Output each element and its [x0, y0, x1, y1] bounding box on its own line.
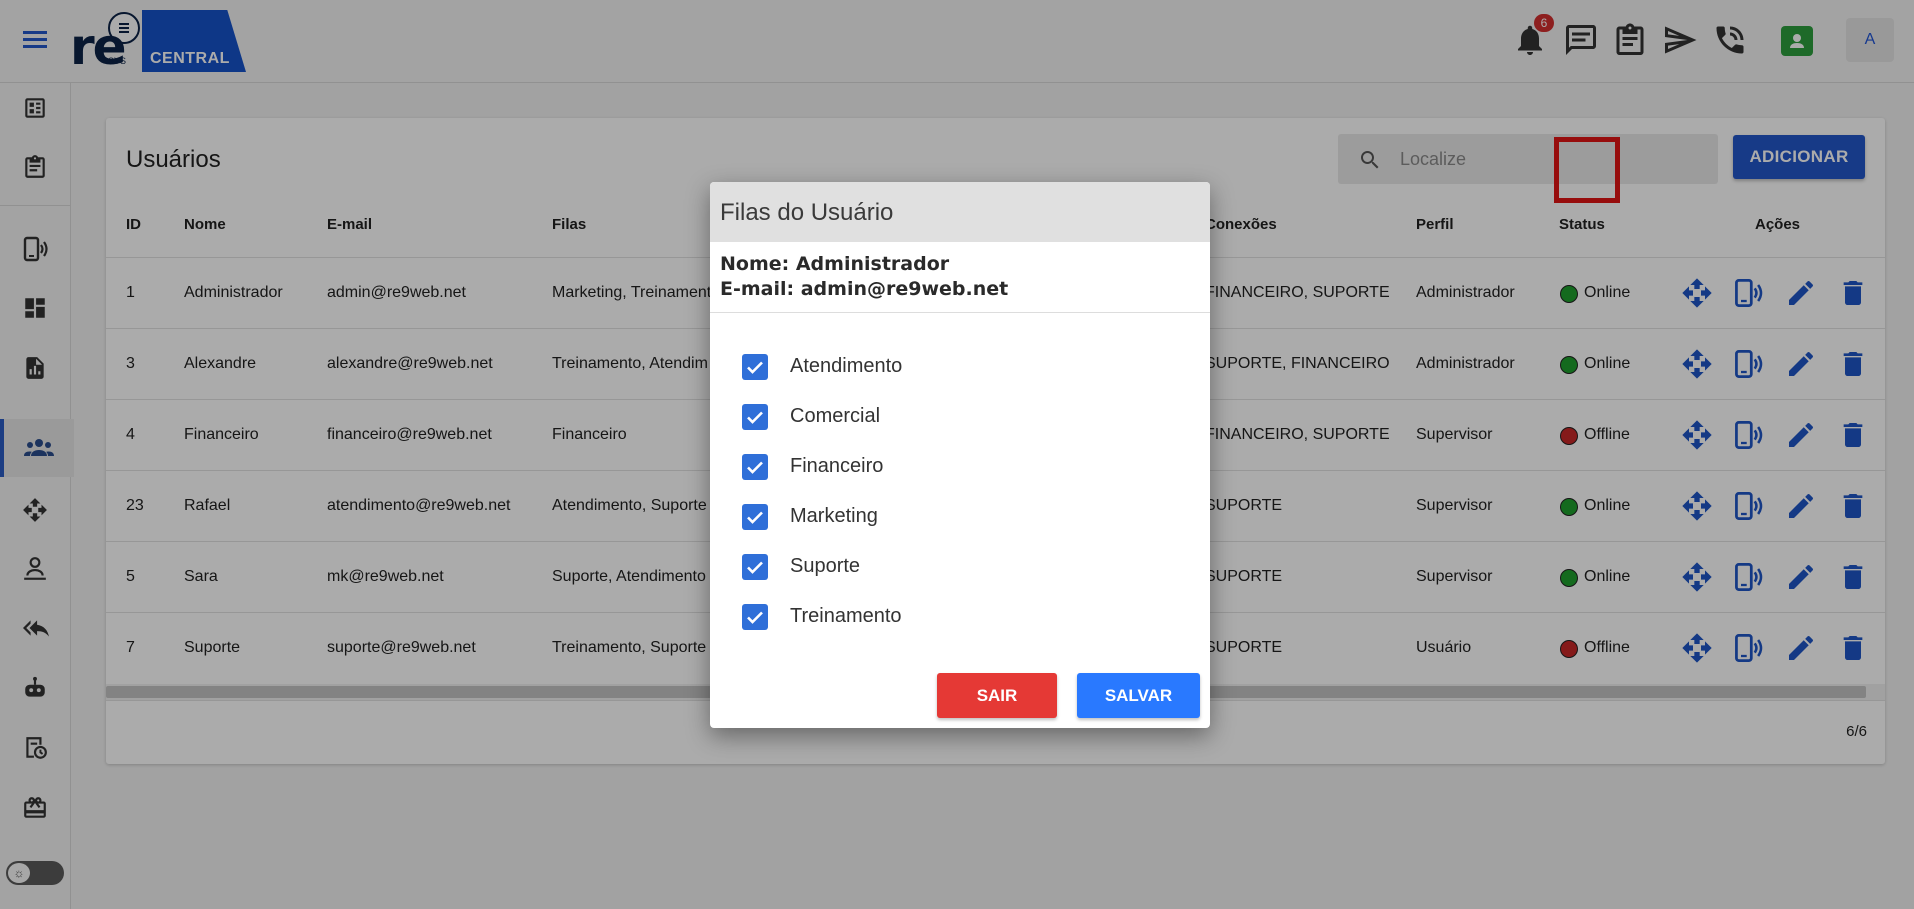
queue-option[interactable]: Comercial — [742, 402, 1162, 432]
dialog-divider — [710, 312, 1210, 313]
queue-option[interactable]: Treinamento — [742, 602, 1162, 632]
queue-option[interactable]: Atendimento — [742, 352, 1162, 382]
dialog-title: Filas do Usuário — [720, 199, 894, 226]
dialog-user-info: Nome: Administrador E-mail: admin@re9web… — [720, 252, 1008, 302]
checkbox-checked-icon[interactable] — [742, 354, 768, 380]
dialog-user-email: E-mail: admin@re9web.net — [720, 278, 1009, 300]
queue-option[interactable]: Suporte — [742, 552, 1162, 582]
dialog-user-name: Nome: Administrador — [720, 253, 950, 275]
dialog-header: Filas do Usuário — [710, 182, 1210, 242]
cancel-button[interactable]: SAIR — [937, 673, 1057, 718]
queue-option-label: Treinamento — [790, 605, 902, 627]
checkbox-checked-icon[interactable] — [742, 454, 768, 480]
checkbox-checked-icon[interactable] — [742, 504, 768, 530]
checkbox-checked-icon[interactable] — [742, 554, 768, 580]
queue-option-label: Suporte — [790, 555, 861, 577]
queue-option-label: Comercial — [790, 405, 881, 427]
queue-option[interactable]: Financeiro — [742, 452, 1162, 482]
queue-option[interactable]: Marketing — [742, 502, 1162, 532]
queue-option-label: Marketing — [790, 505, 878, 527]
save-button[interactable]: SALVAR — [1077, 673, 1200, 718]
queue-option-label: Financeiro — [790, 455, 884, 477]
checkbox-checked-icon[interactable] — [742, 404, 768, 430]
checkbox-checked-icon[interactable] — [742, 604, 768, 630]
queue-option-label: Atendimento — [790, 355, 903, 377]
user-queues-dialog: Filas do Usuário Nome: Administrador E-m… — [710, 182, 1210, 728]
